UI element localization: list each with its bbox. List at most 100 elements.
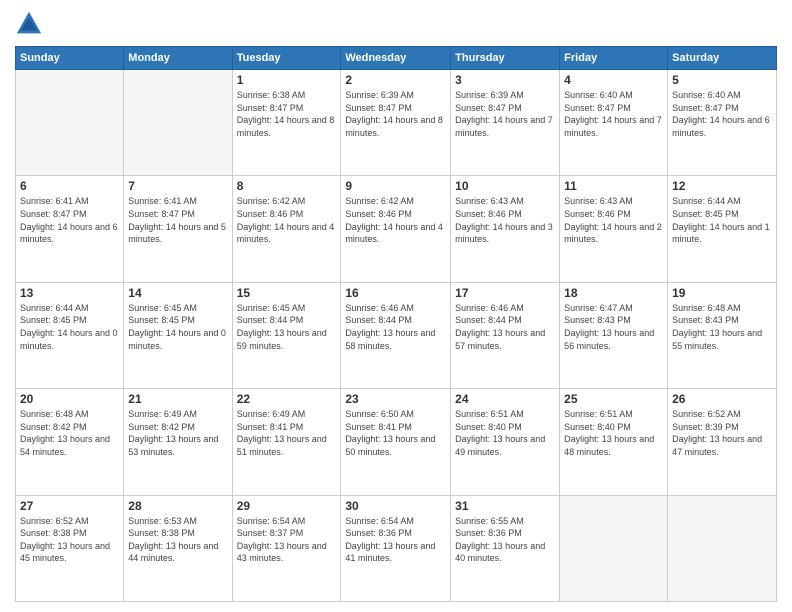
day-cell: 26 Sunrise: 6:52 AMSunset: 8:39 PMDayligh… <box>668 389 777 495</box>
day-number: 31 <box>455 499 555 513</box>
day-info: Sunrise: 6:39 AMSunset: 8:47 PMDaylight:… <box>345 89 446 139</box>
weekday-tuesday: Tuesday <box>232 47 341 70</box>
day-cell: 30 Sunrise: 6:54 AMSunset: 8:36 PMDayligh… <box>341 495 451 601</box>
week-row-2: 6 Sunrise: 6:41 AMSunset: 8:47 PMDaylight… <box>16 176 777 282</box>
day-info: Sunrise: 6:42 AMSunset: 8:46 PMDaylight:… <box>237 195 337 245</box>
day-number: 11 <box>564 179 663 193</box>
day-cell: 19Sunrise: 6:48 AMSunset: 8:43 PMDayligh… <box>668 282 777 388</box>
day-number: 12 <box>672 179 772 193</box>
day-cell: 25 Sunrise: 6:51 AMSunset: 8:40 PMDayligh… <box>560 389 668 495</box>
day-number: 14 <box>128 286 227 300</box>
logo <box>15 10 47 38</box>
logo-icon <box>15 10 43 38</box>
day-cell: 27 Sunrise: 6:52 AMSunset: 8:38 PMDayligh… <box>16 495 124 601</box>
day-info: Sunrise: 6:39 AMSunset: 8:47 PMDaylight:… <box>455 89 555 139</box>
weekday-thursday: Thursday <box>451 47 560 70</box>
day-cell: 1Sunrise: 6:38 AMSunset: 8:47 PMDaylight… <box>232 70 341 176</box>
day-cell: 5 Sunrise: 6:40 AMSunset: 8:47 PMDaylight… <box>668 70 777 176</box>
day-number: 18 <box>564 286 663 300</box>
day-cell: 9 Sunrise: 6:42 AMSunset: 8:46 PMDaylight… <box>341 176 451 282</box>
day-info: Sunrise: 6:44 AMSunset: 8:45 PMDaylight:… <box>672 195 772 245</box>
day-cell: 31 Sunrise: 6:55 AMSunset: 8:36 PMDayligh… <box>451 495 560 601</box>
day-cell: 2 Sunrise: 6:39 AMSunset: 8:47 PMDaylight… <box>341 70 451 176</box>
day-info: Sunrise: 6:47 AMSunset: 8:43 PMDaylight:… <box>564 302 663 352</box>
day-number: 8 <box>237 179 337 193</box>
weekday-wednesday: Wednesday <box>341 47 451 70</box>
day-cell: 12 Sunrise: 6:44 AMSunset: 8:45 PMDayligh… <box>668 176 777 282</box>
week-row-4: 20 Sunrise: 6:48 AMSunset: 8:42 PMDayligh… <box>16 389 777 495</box>
day-number: 9 <box>345 179 446 193</box>
day-info: Sunrise: 6:46 AMSunset: 8:44 PMDaylight:… <box>345 302 446 352</box>
day-cell: 11 Sunrise: 6:43 AMSunset: 8:46 PMDayligh… <box>560 176 668 282</box>
day-number: 23 <box>345 392 446 406</box>
day-info: Sunrise: 6:51 AMSunset: 8:40 PMDaylight:… <box>564 408 663 458</box>
day-number: 5 <box>672 73 772 87</box>
week-row-1: 1Sunrise: 6:38 AMSunset: 8:47 PMDaylight… <box>16 70 777 176</box>
weekday-friday: Friday <box>560 47 668 70</box>
day-info: Sunrise: 6:45 AMSunset: 8:45 PMDaylight:… <box>128 302 227 352</box>
day-number: 26 <box>672 392 772 406</box>
day-cell <box>560 495 668 601</box>
day-info: Sunrise: 6:43 AMSunset: 8:46 PMDaylight:… <box>455 195 555 245</box>
day-info: Sunrise: 6:53 AMSunset: 8:38 PMDaylight:… <box>128 515 227 565</box>
day-cell <box>124 70 232 176</box>
day-number: 3 <box>455 73 555 87</box>
day-info: Sunrise: 6:55 AMSunset: 8:36 PMDaylight:… <box>455 515 555 565</box>
day-cell: 6 Sunrise: 6:41 AMSunset: 8:47 PMDaylight… <box>16 176 124 282</box>
day-cell: 10 Sunrise: 6:43 AMSunset: 8:46 PMDayligh… <box>451 176 560 282</box>
day-cell: 24Sunrise: 6:51 AMSunset: 8:40 PMDayligh… <box>451 389 560 495</box>
day-number: 22 <box>237 392 337 406</box>
day-cell: 13Sunrise: 6:44 AMSunset: 8:45 PMDayligh… <box>16 282 124 388</box>
day-info: Sunrise: 6:49 AMSunset: 8:41 PMDaylight:… <box>237 408 337 458</box>
day-cell: 22 Sunrise: 6:49 AMSunset: 8:41 PMDayligh… <box>232 389 341 495</box>
day-info: Sunrise: 6:48 AMSunset: 8:42 PMDaylight:… <box>20 408 119 458</box>
day-number: 16 <box>345 286 446 300</box>
day-cell: 17 Sunrise: 6:46 AMSunset: 8:44 PMDayligh… <box>451 282 560 388</box>
day-info: Sunrise: 6:42 AMSunset: 8:46 PMDaylight:… <box>345 195 446 245</box>
day-cell: 28 Sunrise: 6:53 AMSunset: 8:38 PMDayligh… <box>124 495 232 601</box>
day-number: 13 <box>20 286 119 300</box>
day-number: 7 <box>128 179 227 193</box>
day-info: Sunrise: 6:48 AMSunset: 8:43 PMDaylight:… <box>672 302 772 352</box>
day-info: Sunrise: 6:52 AMSunset: 8:38 PMDaylight:… <box>20 515 119 565</box>
day-number: 15 <box>237 286 337 300</box>
day-info: Sunrise: 6:51 AMSunset: 8:40 PMDaylight:… <box>455 408 555 458</box>
week-row-5: 27 Sunrise: 6:52 AMSunset: 8:38 PMDayligh… <box>16 495 777 601</box>
day-number: 28 <box>128 499 227 513</box>
day-info: Sunrise: 6:38 AMSunset: 8:47 PMDaylight:… <box>237 89 337 139</box>
day-number: 17 <box>455 286 555 300</box>
calendar: SundayMondayTuesdayWednesdayThursdayFrid… <box>15 46 777 602</box>
day-cell: 16 Sunrise: 6:46 AMSunset: 8:44 PMDayligh… <box>341 282 451 388</box>
day-number: 6 <box>20 179 119 193</box>
day-number: 25 <box>564 392 663 406</box>
day-number: 21 <box>128 392 227 406</box>
day-cell <box>16 70 124 176</box>
day-info: Sunrise: 6:40 AMSunset: 8:47 PMDaylight:… <box>564 89 663 139</box>
weekday-sunday: Sunday <box>16 47 124 70</box>
day-number: 27 <box>20 499 119 513</box>
day-info: Sunrise: 6:49 AMSunset: 8:42 PMDaylight:… <box>128 408 227 458</box>
day-number: 4 <box>564 73 663 87</box>
day-cell: 3 Sunrise: 6:39 AMSunset: 8:47 PMDaylight… <box>451 70 560 176</box>
day-info: Sunrise: 6:40 AMSunset: 8:47 PMDaylight:… <box>672 89 772 139</box>
day-info: Sunrise: 6:50 AMSunset: 8:41 PMDaylight:… <box>345 408 446 458</box>
day-info: Sunrise: 6:54 AMSunset: 8:37 PMDaylight:… <box>237 515 337 565</box>
day-info: Sunrise: 6:52 AMSunset: 8:39 PMDaylight:… <box>672 408 772 458</box>
day-info: Sunrise: 6:54 AMSunset: 8:36 PMDaylight:… <box>345 515 446 565</box>
day-number: 2 <box>345 73 446 87</box>
day-cell <box>668 495 777 601</box>
day-info: Sunrise: 6:41 AMSunset: 8:47 PMDaylight:… <box>20 195 119 245</box>
weekday-monday: Monday <box>124 47 232 70</box>
page: SundayMondayTuesdayWednesdayThursdayFrid… <box>0 0 792 612</box>
day-info: Sunrise: 6:41 AMSunset: 8:47 PMDaylight:… <box>128 195 227 245</box>
day-info: Sunrise: 6:43 AMSunset: 8:46 PMDaylight:… <box>564 195 663 245</box>
day-number: 30 <box>345 499 446 513</box>
header <box>15 10 777 38</box>
day-number: 10 <box>455 179 555 193</box>
day-cell: 21 Sunrise: 6:49 AMSunset: 8:42 PMDayligh… <box>124 389 232 495</box>
day-info: Sunrise: 6:46 AMSunset: 8:44 PMDaylight:… <box>455 302 555 352</box>
day-cell: 7 Sunrise: 6:41 AMSunset: 8:47 PMDaylight… <box>124 176 232 282</box>
week-row-3: 13Sunrise: 6:44 AMSunset: 8:45 PMDayligh… <box>16 282 777 388</box>
weekday-header-row: SundayMondayTuesdayWednesdayThursdayFrid… <box>16 47 777 70</box>
day-number: 20 <box>20 392 119 406</box>
